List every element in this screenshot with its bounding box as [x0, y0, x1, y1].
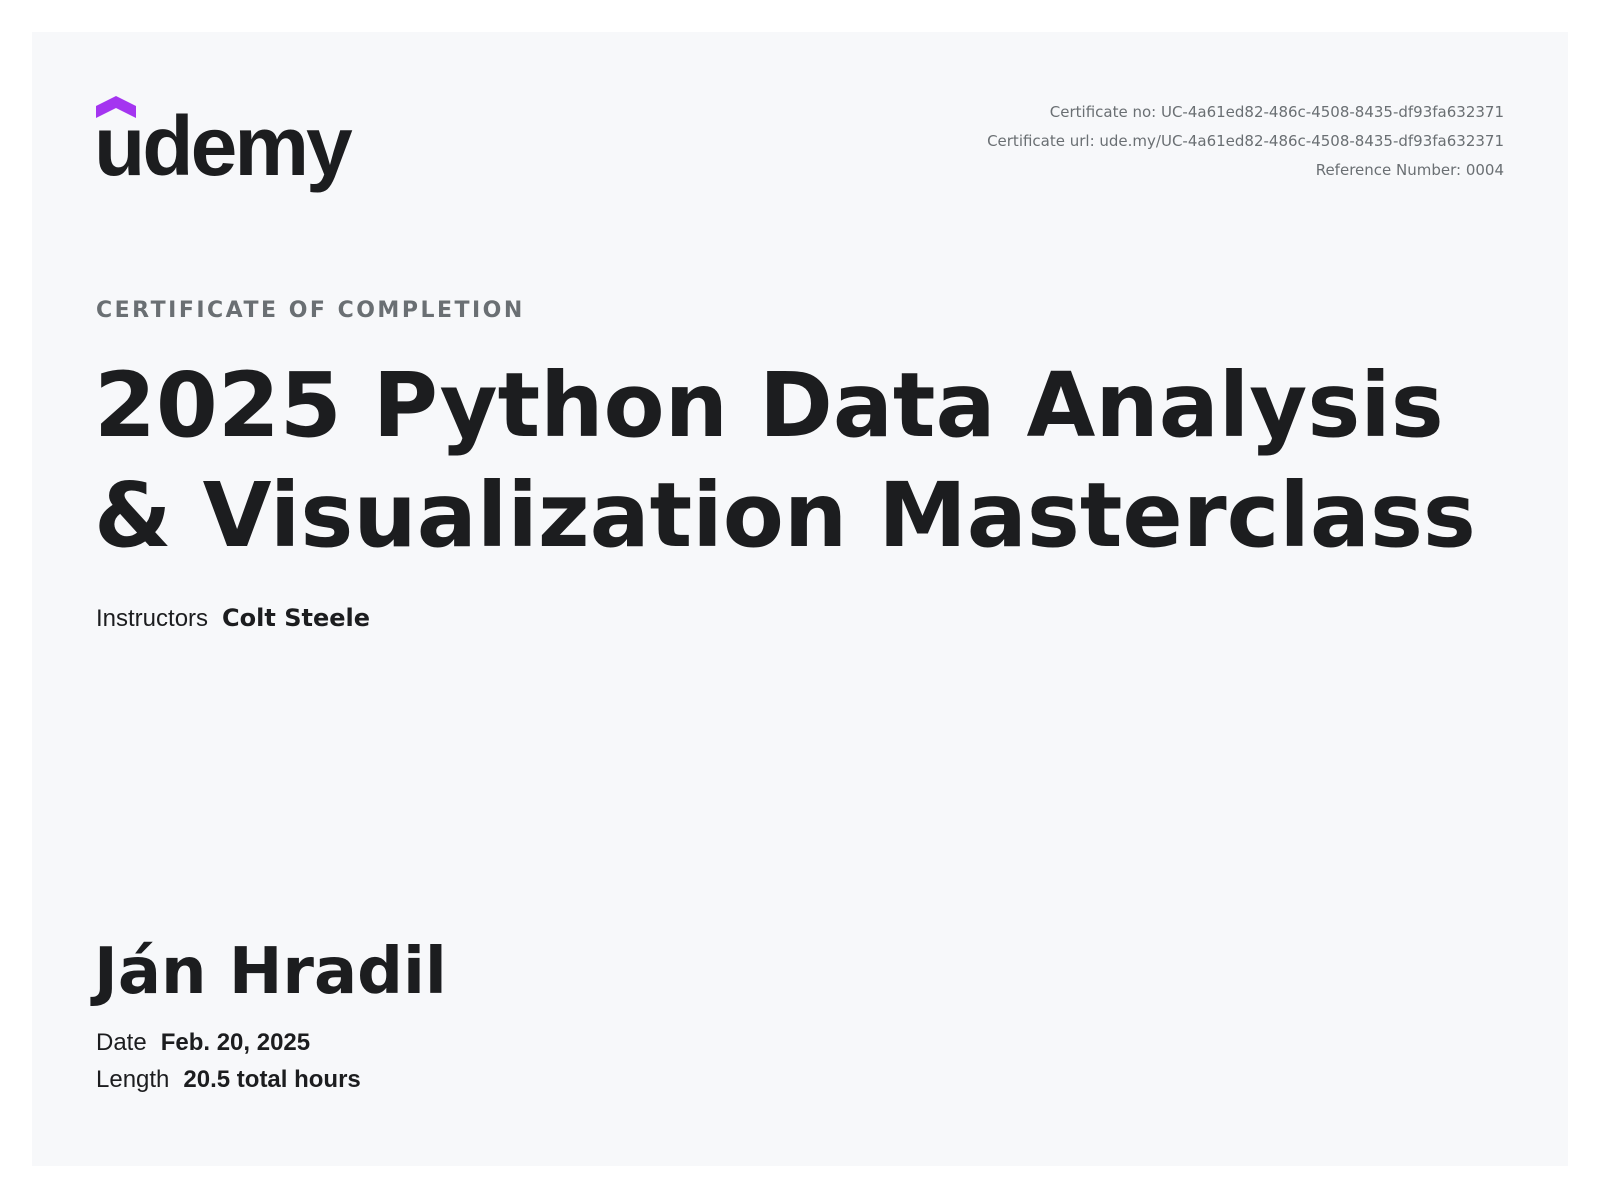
certificate-meta: Certificate no: UC-4a61ed82-486c-4508-84… — [987, 98, 1504, 185]
udemy-logo: udemy — [94, 96, 356, 196]
reference-number: Reference Number: 0004 — [1315, 161, 1504, 179]
date-value: Feb. 20, 2025 — [160, 1029, 311, 1056]
certificate-page: udemy Certificate no: UC-4a61ed82-486c-4… — [32, 32, 1568, 1166]
length-value: 20.5 total hours — [183, 1066, 361, 1093]
length-label: Length — [96, 1066, 170, 1093]
certificate-number: Certificate no: UC-4a61ed82-486c-4508-84… — [1049, 103, 1504, 121]
certificate-url: Certificate url: ude.my/UC-4a61ed82-486c… — [987, 132, 1504, 150]
student-name: Ján Hradil — [94, 935, 447, 1009]
length-row: Length 20.5 total hours — [96, 1065, 361, 1094]
course-title: 2025 Python Data Analysis & Visualizatio… — [94, 353, 1476, 567]
udemy-wordmark: udemy — [94, 99, 353, 193]
certificate-heading: CERTIFICATE OF COMPLETION — [96, 298, 525, 323]
date-row: Date Feb. 20, 2025 — [96, 1028, 310, 1057]
date-label: Date — [96, 1029, 147, 1056]
instructors-value: Colt Steele — [222, 604, 371, 632]
instructors-label: Instructors — [96, 605, 209, 632]
instructors-row: Instructors Colt Steele — [96, 604, 370, 633]
